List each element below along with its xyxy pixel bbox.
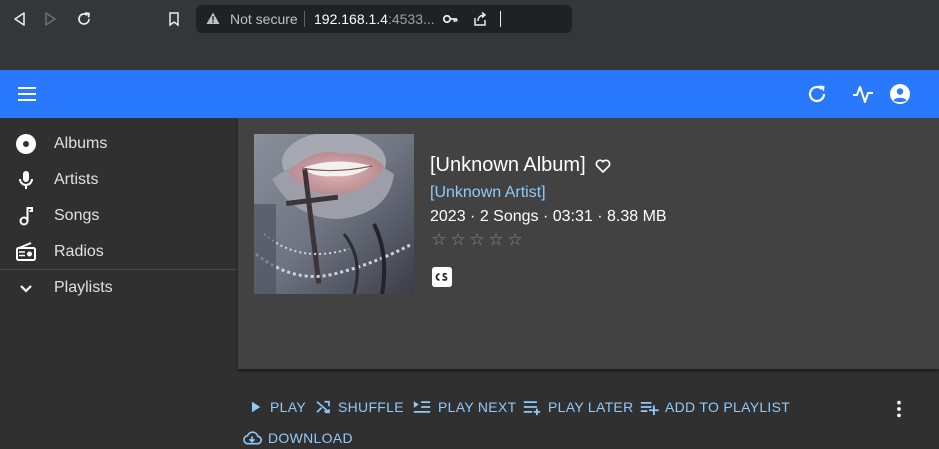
refresh-icon[interactable] — [805, 82, 829, 106]
star-outline-icon[interactable]: ☆ — [449, 230, 467, 250]
cloud-download-icon — [243, 431, 262, 445]
url-text[interactable]: 192.168.1.4:4533... — [314, 11, 435, 27]
shuffle-icon — [316, 400, 330, 414]
album-actions-toolbar: PLAY SHUFFLE PLAY NEXT PLAY LATER ADD TO… — [238, 395, 939, 449]
star-outline-icon[interactable]: ☆ — [468, 230, 486, 250]
url-host: 192.168.1.4 — [314, 11, 388, 27]
url-rest: :4533... — [387, 11, 435, 27]
sidebar-item-songs[interactable]: Songs — [0, 198, 238, 234]
album-meta: 2023 · 2 Songs · 03:31 · 8.38 MB — [430, 208, 667, 225]
album-artist-link[interactable]: [Unknown Artist] — [430, 184, 546, 202]
warning-icon — [206, 12, 220, 30]
sidebar-item-playlists[interactable]: Playlists — [0, 270, 238, 306]
sidebar-item-artists[interactable]: Artists — [0, 162, 238, 198]
star-outline-icon[interactable]: ☆ — [430, 230, 448, 250]
address-bar[interactable]: Not secure 192.168.1.4:4533... — [196, 5, 572, 33]
download-button[interactable]: DOWNLOAD — [242, 426, 353, 449]
play-next-icon — [413, 401, 431, 413]
play-next-button[interactable]: PLAY NEXT — [412, 395, 516, 419]
play-later-label: PLAY LATER — [548, 399, 634, 415]
forward-icon[interactable] — [41, 9, 61, 29]
account-circle-icon[interactable] — [888, 82, 912, 106]
sidebar-item-label: Albums — [54, 135, 108, 152]
activity-icon[interactable] — [851, 82, 875, 106]
download-label: DOWNLOAD — [268, 430, 353, 446]
play-next-label: PLAY NEXT — [438, 399, 517, 415]
music-note-icon — [14, 204, 38, 228]
add-to-playlist-label: ADD TO PLAYLIST — [665, 399, 791, 415]
playlist-add-icon — [523, 401, 541, 416]
lastfm-icon[interactable] — [432, 267, 452, 287]
microphone-icon — [14, 168, 38, 192]
sidebar-item-radios[interactable]: Radios — [0, 234, 238, 270]
album-title-row: [Unknown Album] — [430, 154, 612, 177]
reload-icon[interactable] — [74, 9, 94, 29]
playlist-plus-icon — [640, 402, 659, 416]
play-later-button[interactable]: PLAY LATER — [522, 395, 633, 419]
text-cursor — [500, 11, 501, 27]
hamburger-menu-icon[interactable] — [15, 82, 39, 106]
album-details-card: [Unknown Album] [Unknown Artist] 2023 · … — [238, 118, 939, 369]
security-label[interactable]: Not secure — [230, 11, 298, 27]
chevron-down-icon — [14, 276, 38, 300]
heart-outline-icon[interactable] — [594, 157, 612, 175]
bookmark-icon[interactable] — [164, 9, 184, 29]
more-vert-icon[interactable] — [888, 398, 910, 420]
sidebar-item-albums[interactable]: Albums — [0, 126, 238, 162]
app-bar — [0, 70, 939, 118]
star-outline-icon[interactable]: ☆ — [487, 230, 505, 250]
star-outline-icon[interactable]: ☆ — [506, 230, 524, 250]
shuffle-label: SHUFFLE — [338, 399, 404, 415]
share-icon[interactable] — [472, 11, 488, 32]
browser-chrome: Not secure 192.168.1.4:4533... — [0, 0, 939, 70]
sidebar: Albums Artists Songs Radios Playlists — [0, 118, 238, 449]
key-icon[interactable] — [442, 11, 458, 32]
sidebar-item-label: Songs — [54, 207, 100, 224]
play-button[interactable]: PLAY — [246, 395, 306, 419]
sidebar-item-label: Radios — [54, 243, 104, 260]
add-to-playlist-button[interactable]: ADD TO PLAYLIST — [639, 395, 790, 419]
album-title: [Unknown Album] — [430, 154, 586, 176]
play-label: PLAY — [270, 399, 306, 415]
play-icon — [252, 401, 261, 413]
back-icon[interactable] — [9, 9, 29, 29]
radio-icon — [14, 240, 38, 264]
star-rating[interactable]: ☆ ☆ ☆ ☆ ☆ — [430, 230, 524, 250]
address-divider — [304, 11, 305, 27]
sidebar-item-label: Playlists — [54, 279, 113, 296]
album-cover-image[interactable] — [254, 134, 414, 294]
shuffle-button[interactable]: SHUFFLE — [314, 395, 404, 419]
sidebar-item-label: Artists — [54, 171, 99, 188]
album-icon — [14, 132, 38, 156]
